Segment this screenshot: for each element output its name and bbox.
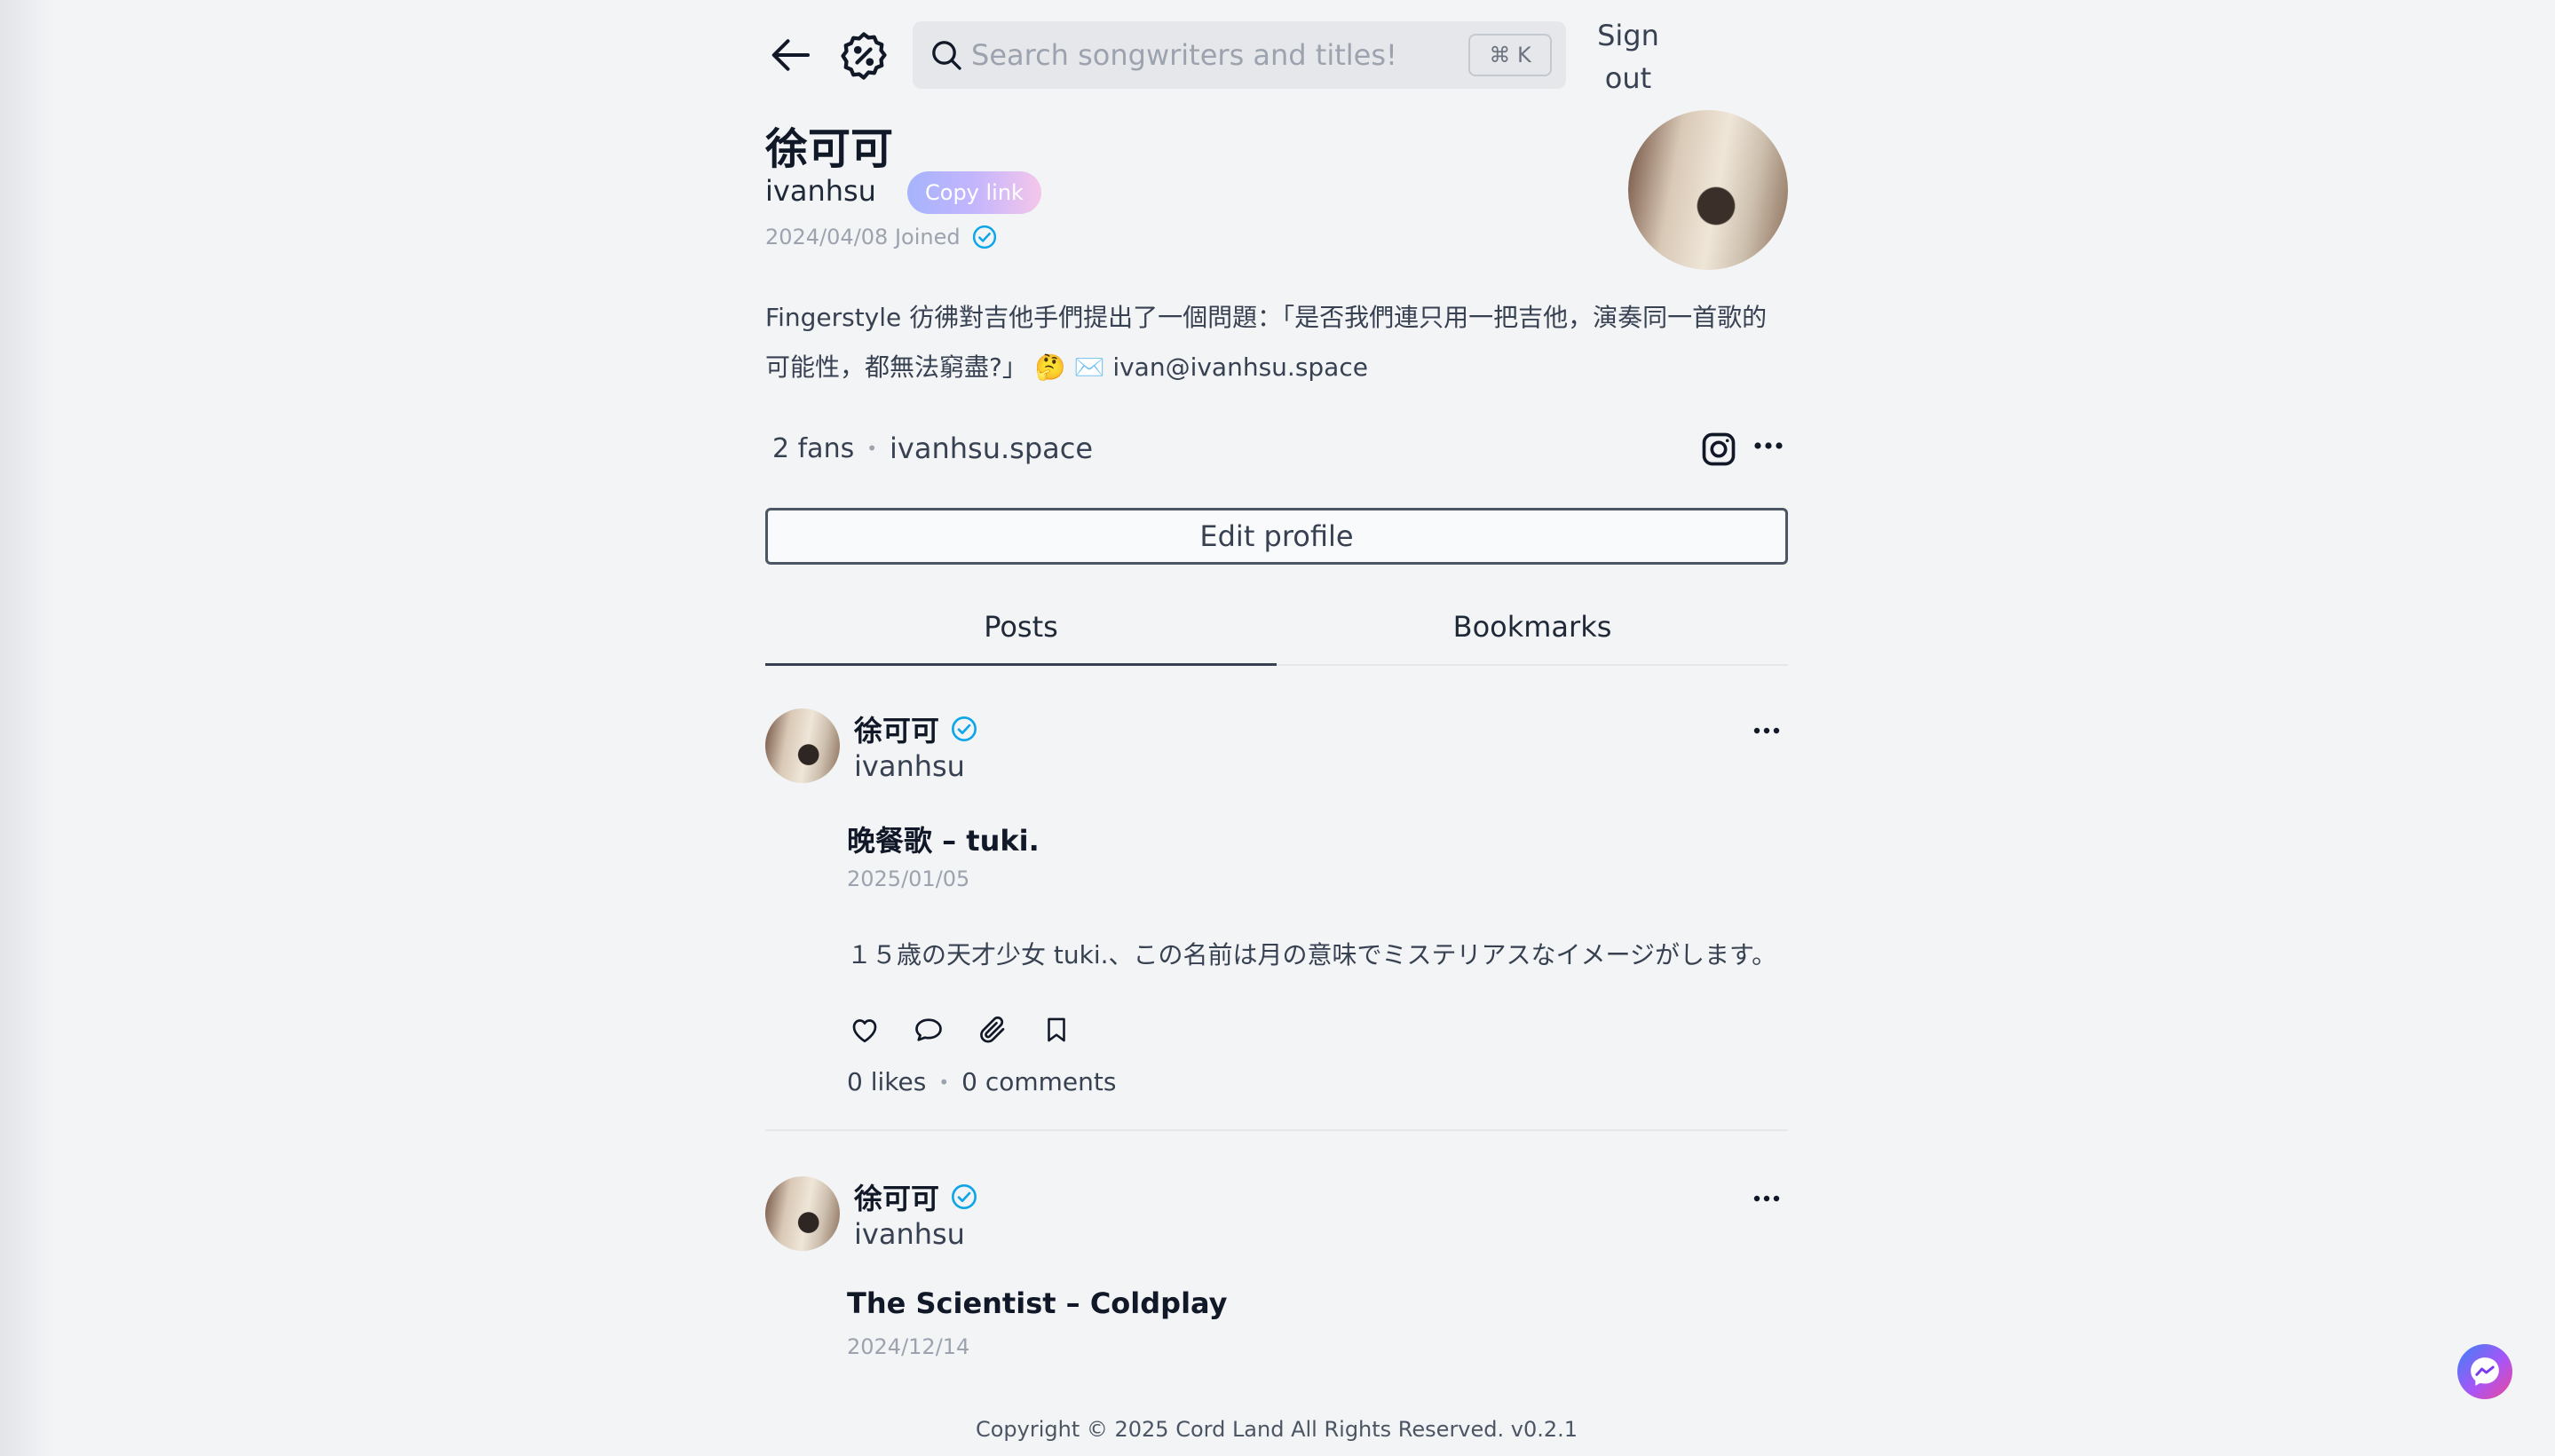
post-date: 2025/01/05	[847, 866, 970, 891]
joined-text: 2024/04/08 Joined	[765, 225, 961, 249]
post-author-name[interactable]: 徐可可	[854, 1176, 978, 1217]
paperclip-icon	[980, 1016, 1005, 1043]
tab-bookmarks[interactable]: Bookmarks	[1277, 590, 1788, 664]
post-more-button[interactable]	[1749, 1185, 1784, 1212]
separator-dot: •	[866, 438, 878, 459]
like-button[interactable]	[845, 1010, 884, 1049]
comment-icon	[915, 1018, 942, 1041]
post-title[interactable]: The Scientist – Coldplay	[847, 1286, 1228, 1320]
messenger-icon	[2471, 1357, 2499, 1386]
post-author-name-text: 徐可可	[854, 1182, 940, 1215]
heart-icon	[852, 1019, 877, 1043]
likes-count[interactable]: 0 likes	[847, 1067, 926, 1096]
instagram-button[interactable]	[1697, 428, 1740, 471]
comments-count[interactable]: 0 comments	[961, 1067, 1116, 1096]
profile-bio: Fingerstyle 彷彿對吉他手們提出了一個問題：「是否我們連只用一把吉他，…	[765, 293, 1788, 392]
website-link[interactable]: ivanhsu.space	[890, 431, 1093, 465]
post-author-avatar[interactable]	[765, 708, 840, 783]
search-icon	[927, 36, 966, 75]
arrow-left-icon	[771, 39, 811, 71]
shortcut-hint: ⌘ K	[1468, 34, 1552, 76]
profile-tabs: Posts Bookmarks	[765, 590, 1788, 666]
verified-icon	[952, 1184, 977, 1209]
post-author-handle: ivanhsu	[854, 749, 965, 783]
bio-email: ivan@ivanhsu.space	[1112, 352, 1368, 382]
search-bar[interactable]: ⌘ K	[913, 21, 1566, 89]
copy-link-button[interactable]: Copy link	[907, 171, 1041, 214]
bookmark-button[interactable]	[1037, 1010, 1076, 1049]
edit-profile-button[interactable]: Edit profile	[765, 508, 1788, 565]
post-author-avatar[interactable]	[765, 1176, 840, 1251]
post-counts: 0 likes • 0 comments	[847, 1067, 1116, 1096]
verified-icon	[972, 225, 996, 249]
bookmark-icon	[1048, 1017, 1065, 1042]
top-bar: ⌘ K Sign out	[765, 19, 1788, 95]
post-divider	[765, 1129, 1788, 1131]
more-horizontal-icon	[1753, 1195, 1780, 1202]
verified-icon	[952, 716, 977, 741]
tab-posts[interactable]: Posts	[765, 590, 1277, 666]
badge-percent-icon	[841, 32, 887, 80]
profile-handle: ivanhsu	[765, 174, 876, 208]
post-author-name[interactable]: 徐可可	[854, 708, 978, 749]
logo-button[interactable]	[836, 28, 891, 83]
profile-stats: 2 fans • ivanhsu.space	[772, 431, 1093, 465]
post-author-handle: ivanhsu	[854, 1217, 965, 1251]
profile-avatar[interactable]	[1628, 110, 1788, 270]
post-body: １５歳の天才少女 tuki.、この名前は月の意味でミステリアスなイメージがします…	[847, 940, 1777, 969]
profile-more-button[interactable]	[1751, 428, 1786, 463]
post-item: 徐可可 ivanhsu 晚餐歌 – tuki. 2025/01/05 １５歳の天…	[765, 708, 1788, 1117]
attach-button[interactable]	[973, 1010, 1012, 1049]
comment-button[interactable]	[909, 1010, 948, 1049]
back-button[interactable]	[765, 28, 819, 82]
footer-copyright: Copyright © 2025 Cord Land All Rights Re…	[975, 1417, 1578, 1442]
instagram-icon	[1702, 432, 1736, 466]
profile-name: 徐可可	[765, 124, 894, 174]
sign-out-link[interactable]: Sign out	[1582, 14, 1674, 103]
joined-date: 2024/04/08 Joined	[765, 224, 998, 250]
post-actions	[845, 1010, 1076, 1049]
page-left-shade	[0, 0, 53, 1456]
bio-emoji: 🤔 ✉️	[1034, 352, 1105, 382]
separator-dot: •	[938, 1071, 950, 1093]
post-author-name-text: 徐可可	[854, 714, 940, 748]
fans-count[interactable]: 2 fans	[772, 433, 854, 464]
more-horizontal-icon	[1754, 442, 1783, 449]
post-date: 2024/12/14	[847, 1334, 970, 1359]
post-item: 徐可可 ivanhsu The Scientist – Coldplay 202…	[765, 1176, 1788, 1381]
post-more-button[interactable]	[1749, 717, 1784, 744]
more-horizontal-icon	[1753, 727, 1780, 734]
post-title[interactable]: 晚餐歌 – tuki.	[847, 819, 1040, 859]
main-column: ⌘ K Sign out 徐可可 ivanhsu Copy link 2024/…	[765, 0, 1788, 1456]
messenger-chat-button[interactable]	[2457, 1344, 2512, 1399]
